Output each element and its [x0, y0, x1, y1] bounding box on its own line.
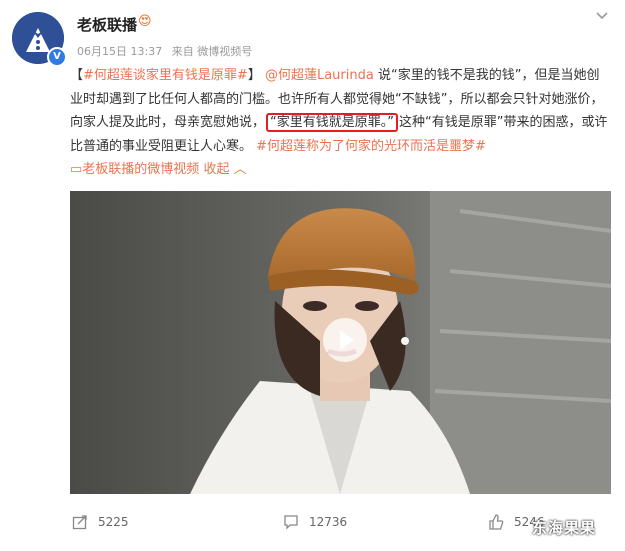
play-icon[interactable] — [323, 318, 367, 362]
like-icon — [489, 514, 504, 530]
post-source: 来自 微博视频号 — [171, 45, 253, 58]
video-link-icon: ▭ — [70, 162, 83, 177]
topic-link-1[interactable]: #何超莲谈家里有钱是原罪# — [83, 68, 248, 83]
collapse-label: 收起 — [203, 162, 230, 177]
comment-button[interactable]: 12736 — [283, 514, 347, 530]
collapse-arrow-icon: ︿ — [229, 162, 247, 177]
watermark: 东海果果 — [532, 519, 597, 537]
post-text: 【#何超莲谈家里有钱是原罪#】 @何超蓮Laurinda 说“家里的钱不是我的钱… — [70, 64, 610, 182]
repost-icon — [72, 515, 87, 530]
topic-link-2[interactable]: #何超莲称为了何家的光环而活是噩梦# — [256, 139, 486, 154]
author-name[interactable]: 老板联播 — [77, 14, 137, 35]
repost-button[interactable]: 5225 — [72, 514, 129, 530]
bracket-open: 【 — [70, 68, 84, 83]
video-link-label: 老板联播的微博视频 — [82, 162, 200, 177]
chevron-down-icon[interactable] — [595, 8, 609, 22]
post-meta: 06月15日 13:37 来自 微博视频号 — [77, 43, 258, 59]
verified-icon: V — [47, 47, 67, 67]
weibo-post: V 老板联播 😍 06月15日 13:37 来自 微博视频号 【#何超莲谈家里有… — [0, 0, 625, 551]
post-date[interactable]: 06月15日 13:37 — [77, 45, 162, 58]
highlighted-quote: “家里有钱就是原罪。” — [266, 113, 398, 132]
comment-count: 12736 — [309, 515, 348, 529]
fire-emoji-icon: 😍 — [138, 14, 152, 29]
video-link[interactable]: ▭老板联播的微博视频 — [70, 162, 203, 177]
comment-icon — [284, 515, 298, 530]
collapse-button[interactable]: 收起 ︿ — [203, 162, 246, 177]
mention-link[interactable]: @何超蓮Laurinda — [265, 68, 374, 83]
repost-count: 5225 — [98, 515, 129, 529]
bracket-close: 】 — [247, 68, 261, 83]
